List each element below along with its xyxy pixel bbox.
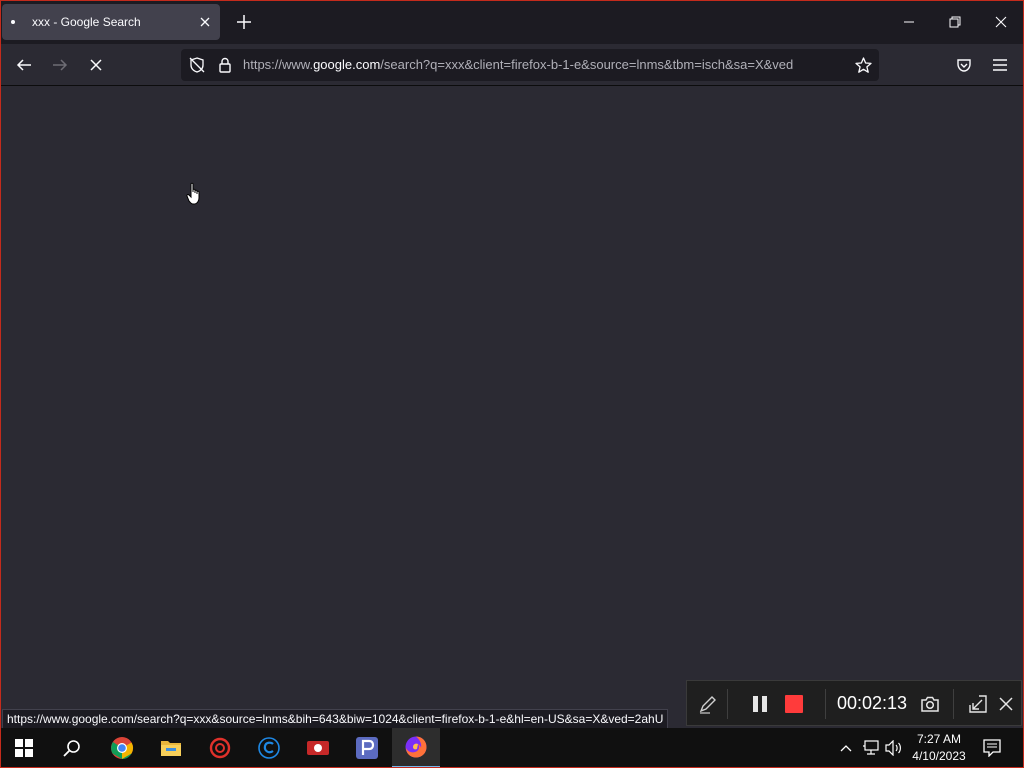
forward-button[interactable] [46, 51, 74, 79]
new-tab-button[interactable] [233, 11, 255, 33]
network-icon[interactable] [861, 738, 881, 758]
app-p-icon[interactable] [343, 728, 391, 768]
close-window-button[interactable] [987, 8, 1015, 36]
bookmark-star-icon[interactable] [853, 55, 873, 75]
pen-icon[interactable] [695, 691, 721, 717]
tab-bar: xxx - Google Search [0, 0, 1024, 44]
taskbar-clock[interactable]: 7:27 AM 4/10/2023 [906, 731, 972, 765]
navigation-bar: https://www.google.com/search?q=xxx&clie… [0, 44, 1024, 86]
tab-google-search[interactable]: xxx - Google Search [2, 4, 220, 40]
tab-close-icon[interactable] [196, 13, 214, 31]
pocket-button[interactable] [950, 51, 978, 79]
app-c-icon[interactable] [245, 728, 293, 768]
search-icon[interactable] [48, 728, 96, 768]
divider [953, 689, 954, 719]
divider [727, 689, 728, 719]
screen-recorder-icon[interactable] [294, 728, 342, 768]
url-path: /search?q=xxx&client=firefox-b-1-e&sourc… [380, 57, 794, 72]
menu-button[interactable] [986, 51, 1014, 79]
url-text[interactable]: https://www.google.com/search?q=xxx&clie… [243, 57, 843, 72]
back-button[interactable] [10, 51, 38, 79]
page-content[interactable] [0, 86, 1024, 728]
tracking-protection-icon[interactable] [187, 55, 207, 75]
start-icon[interactable] [0, 728, 48, 768]
divider [825, 689, 826, 719]
lock-icon[interactable] [215, 55, 235, 75]
url-prefix: https://www. [243, 57, 314, 72]
screen-recorder-toolbar: 00:02:13 [686, 680, 1022, 726]
close-recorder-icon[interactable] [993, 691, 1019, 717]
stop-record-button[interactable] [781, 691, 807, 717]
chevron-up-icon[interactable] [836, 738, 856, 758]
tab-title: xxx - Google Search [32, 15, 141, 29]
minimize-recorder-icon[interactable] [965, 691, 991, 717]
notification-icon[interactable] [982, 738, 1002, 758]
camera-icon[interactable] [917, 691, 943, 717]
app-red-icon[interactable] [196, 728, 244, 768]
status-url: https://www.google.com/search?q=xxx&sour… [2, 709, 669, 729]
clock-date: 4/10/2023 [912, 749, 966, 763]
chrome-icon[interactable] [98, 728, 146, 768]
pause-button[interactable] [747, 691, 773, 717]
volume-icon[interactable] [884, 738, 904, 758]
url-bar[interactable]: https://www.google.com/search?q=xxx&clie… [181, 49, 879, 81]
stop-loading-button[interactable] [82, 51, 110, 79]
minimize-button[interactable] [895, 8, 923, 36]
recording-timer: 00:02:13 [837, 693, 908, 713]
url-domain: google.com [313, 57, 381, 72]
loading-dot-icon [11, 20, 15, 24]
restore-button[interactable] [941, 8, 969, 36]
taskbar: 7:27 AM 4/10/2023 [0, 728, 1024, 768]
hand-cursor-icon [186, 182, 204, 206]
firefox-icon[interactable] [392, 728, 440, 768]
clock-time: 7:27 AM [916, 732, 962, 746]
file-explorer-icon[interactable] [147, 728, 195, 768]
